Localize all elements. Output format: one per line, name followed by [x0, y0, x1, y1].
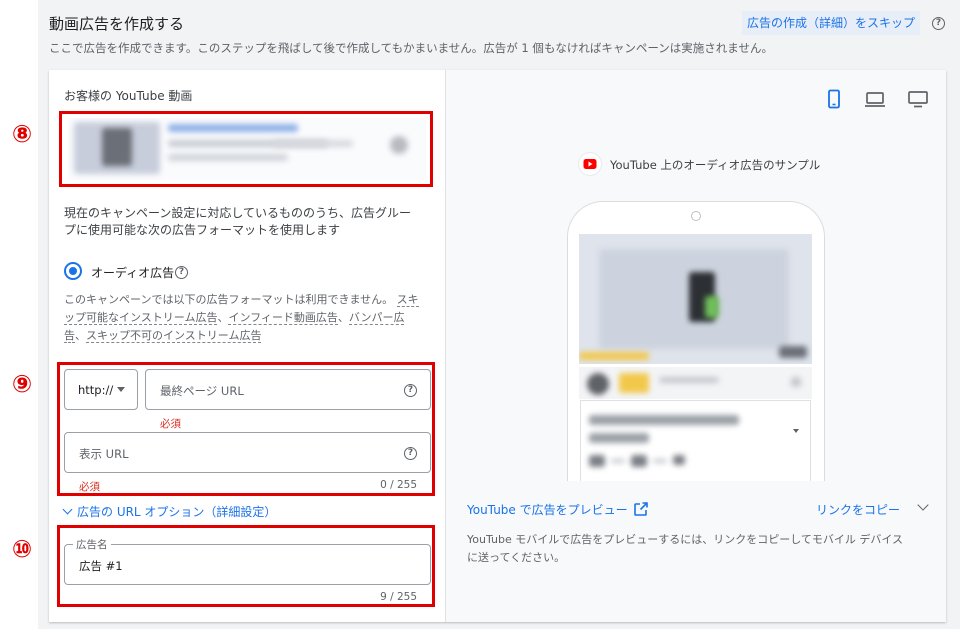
- format-intro-line2: プに使用可能な次の広告フォーマットを使用します: [64, 223, 341, 237]
- bumper-ad-link-part1[interactable]: バンパー広: [348, 311, 405, 325]
- url-options-label: 広告の URL オプション（詳細設定）: [77, 505, 277, 519]
- skippable-instream-link-part1[interactable]: スキ: [396, 293, 419, 307]
- laptop-device-icon[interactable]: [864, 91, 886, 108]
- page-description: ここで広告を作成できます。このステップを飛ばして後で作成してもかまいません。広告…: [49, 41, 773, 55]
- video-info-card-blurred: [580, 400, 811, 481]
- non-skippable-instream-link[interactable]: スキップ不可のインストリーム広告: [86, 329, 262, 343]
- ad-info-bar-blurred: [579, 367, 812, 399]
- help-icon[interactable]: ?: [932, 17, 945, 30]
- open-external-icon: [634, 502, 649, 516]
- infeed-video-link[interactable]: インフィード動画広告: [228, 311, 338, 325]
- bumper-ad-link-part2[interactable]: 告: [64, 329, 75, 343]
- highlight-box-video: [59, 111, 433, 187]
- separator: 、: [75, 329, 86, 342]
- phone-preview-mockup: [567, 201, 825, 481]
- audio-ad-help-icon[interactable]: ?: [175, 266, 188, 279]
- mobile-preview-note-line1: YouTube モバイルで広告をプレビューするには、リンクをコピーしてモバイル …: [467, 533, 904, 546]
- unavailable-formats-line1: このキャンペーンでは以下の広告フォーマットは利用できません。 スキ: [64, 291, 419, 307]
- callout-marker-8: ⑧: [11, 120, 33, 148]
- audio-ad-radio[interactable]: [64, 262, 82, 280]
- sample-title: YouTube 上のオーディオ広告のサンプル: [610, 158, 821, 172]
- highlight-box-urls: [57, 362, 435, 496]
- unavailable-formats-prefix: このキャンペーンでは以下の広告フォーマットは利用できません。: [64, 293, 394, 306]
- mobile-preview-note-line2: に送ってください。: [467, 551, 566, 564]
- copy-link-button[interactable]: リンクをコピー: [816, 501, 900, 518]
- page-title: 動画広告を作成する: [49, 15, 185, 33]
- video-section-label: お客様の YouTube 動画: [64, 89, 193, 103]
- audio-ad-label: オーディオ広告: [91, 266, 175, 280]
- preview-on-youtube-link[interactable]: YouTube で広告をプレビュー: [467, 501, 649, 518]
- skip-advanced-creation-button[interactable]: 広告の作成（詳細）をスキップ: [742, 11, 921, 35]
- youtube-logo-icon: [578, 152, 602, 176]
- separator: 、: [217, 311, 229, 324]
- phone-camera-dot: [691, 211, 701, 221]
- format-intro-line1: 現在のキャンペーン設定に対応しているもののうち、広告グルー: [64, 206, 412, 220]
- callout-marker-9: ⑨: [11, 370, 33, 398]
- callout-marker-10: ⑩: [11, 535, 33, 563]
- mobile-device-icon[interactable]: [826, 89, 842, 109]
- skippable-instream-link-part2[interactable]: ップ可能なインストリーム広告: [64, 311, 218, 325]
- chevron-down-icon: [62, 504, 73, 515]
- unavailable-formats-line2: ップ可能なインストリーム広告、インフィード動画広告、バンパー広: [64, 309, 405, 325]
- desktop-device-icon[interactable]: [907, 90, 929, 108]
- separator: 、: [337, 311, 349, 324]
- unavailable-formats-line3: 告、スキップ不可のインストリーム広告: [64, 327, 262, 343]
- expand-arrow-icon: [793, 429, 799, 433]
- highlight-box-ad-name: [57, 525, 435, 607]
- preview-on-youtube-label: YouTube で広告をプレビュー: [467, 503, 628, 517]
- video-preview-blurred: [579, 234, 812, 364]
- url-options-toggle[interactable]: 広告の URL オプション（詳細設定）: [62, 503, 276, 520]
